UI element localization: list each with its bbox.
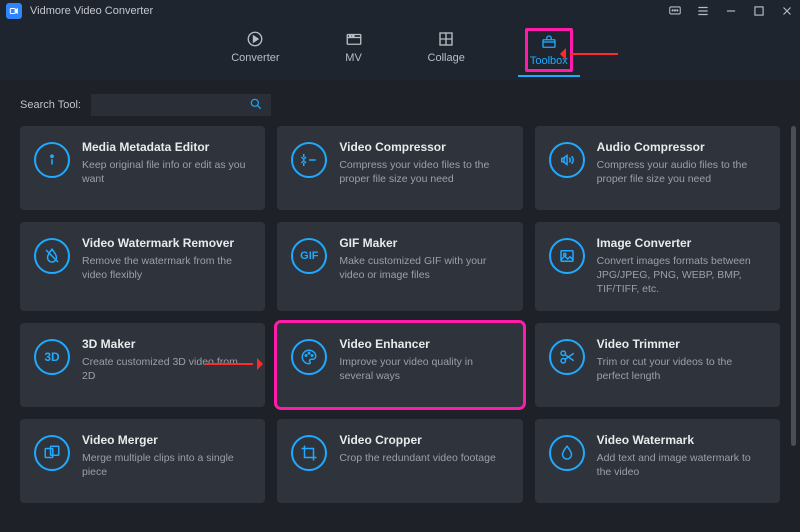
tool-title: GIF Maker bbox=[339, 236, 508, 250]
crop-icon bbox=[291, 435, 327, 471]
merge-icon bbox=[34, 435, 70, 471]
audio-compress-icon bbox=[549, 142, 585, 178]
tool-title: Video Enhancer bbox=[339, 337, 508, 351]
tool-video-merger[interactable]: Video Merger Merge multiple clips into a… bbox=[20, 419, 265, 503]
tool-desc: Merge multiple clips into a single piece bbox=[82, 451, 251, 479]
menu-icon[interactable] bbox=[696, 4, 710, 18]
tool-title: 3D Maker bbox=[82, 337, 251, 351]
search-row: Search Tool: bbox=[0, 80, 800, 126]
search-input[interactable] bbox=[99, 99, 249, 111]
tool-video-trimmer[interactable]: Video Trimmer Trim or cut your videos to… bbox=[535, 323, 780, 407]
tool-desc: Make customized GIF with your video or i… bbox=[339, 254, 508, 282]
tool-title: Video Cropper bbox=[339, 433, 495, 447]
tool-title: Video Trimmer bbox=[597, 337, 766, 351]
tab-label: Toolbox bbox=[530, 55, 568, 67]
tool-title: Image Converter bbox=[597, 236, 766, 250]
tool-title: Media Metadata Editor bbox=[82, 140, 251, 154]
compress-icon bbox=[291, 142, 327, 178]
tool-title: Video Merger bbox=[82, 433, 251, 447]
tool-audio-compressor[interactable]: Audio Compressor Compress your audio fil… bbox=[535, 126, 780, 210]
maximize-icon[interactable] bbox=[752, 4, 766, 18]
tab-label: Converter bbox=[231, 52, 279, 64]
tool-desc: Convert images formats between JPG/JPEG,… bbox=[597, 254, 766, 297]
tool-media-metadata-editor[interactable]: Media Metadata Editor Keep original file… bbox=[20, 126, 265, 210]
tool-desc: Add text and image watermark to the vide… bbox=[597, 451, 766, 479]
tool-3d-maker[interactable]: 3D 3D Maker Create customized 3D video f… bbox=[20, 323, 265, 407]
feedback-icon[interactable] bbox=[668, 4, 682, 18]
info-icon bbox=[34, 142, 70, 178]
tool-video-enhancer[interactable]: Video Enhancer Improve your video qualit… bbox=[277, 323, 522, 407]
app-title: Vidmore Video Converter bbox=[30, 5, 153, 17]
tool-grid: Media Metadata Editor Keep original file… bbox=[20, 126, 780, 503]
app-logo bbox=[6, 3, 22, 19]
tab-label: MV bbox=[345, 52, 362, 64]
tool-desc: Crop the redundant video footage bbox=[339, 451, 495, 465]
tool-desc: Improve your video quality in several wa… bbox=[339, 355, 508, 383]
tool-desc: Remove the watermark from the video flex… bbox=[82, 254, 251, 282]
tool-title: Audio Compressor bbox=[597, 140, 766, 154]
tool-desc: Compress your audio files to the proper … bbox=[597, 158, 766, 186]
search-box[interactable] bbox=[91, 94, 271, 116]
tool-title: Video Watermark bbox=[597, 433, 766, 447]
tool-desc: Trim or cut your videos to the perfect l… bbox=[597, 355, 766, 383]
tool-desc: Compress your video files to the proper … bbox=[339, 158, 508, 186]
minimize-icon[interactable] bbox=[724, 4, 738, 18]
scissors-icon bbox=[549, 339, 585, 375]
search-label: Search Tool: bbox=[20, 99, 81, 111]
tool-video-compressor[interactable]: Video Compressor Compress your video fil… bbox=[277, 126, 522, 210]
gif-icon: GIF bbox=[291, 238, 327, 274]
tab-toolbox[interactable]: Toolbox bbox=[525, 28, 573, 72]
image-icon bbox=[549, 238, 585, 274]
palette-icon bbox=[291, 339, 327, 375]
tab-collage[interactable]: Collage bbox=[424, 28, 469, 72]
tab-converter[interactable]: Converter bbox=[227, 28, 283, 72]
tool-scroll-area: Media Metadata Editor Keep original file… bbox=[0, 126, 800, 532]
3d-icon: 3D bbox=[34, 339, 70, 375]
tab-mv[interactable]: MV bbox=[340, 28, 368, 72]
tab-label: Collage bbox=[428, 52, 465, 64]
tool-video-watermark[interactable]: Video Watermark Add text and image water… bbox=[535, 419, 780, 503]
header-nav: Converter MV Collage Toolbox bbox=[0, 22, 800, 80]
tool-video-cropper[interactable]: Video Cropper Crop the redundant video f… bbox=[277, 419, 522, 503]
tool-image-converter[interactable]: Image Converter Convert images formats b… bbox=[535, 222, 780, 311]
drop-icon bbox=[34, 238, 70, 274]
close-icon[interactable] bbox=[780, 4, 794, 18]
titlebar: Vidmore Video Converter bbox=[0, 0, 800, 22]
tool-video-watermark-remover[interactable]: Video Watermark Remover Remove the water… bbox=[20, 222, 265, 311]
tool-title: Video Compressor bbox=[339, 140, 508, 154]
tool-desc: Keep original file info or edit as you w… bbox=[82, 158, 251, 186]
watermark-icon bbox=[549, 435, 585, 471]
tool-desc: Create customized 3D video from 2D bbox=[82, 355, 251, 383]
search-icon[interactable] bbox=[249, 97, 263, 114]
tool-gif-maker[interactable]: GIF GIF Maker Make customized GIF with y… bbox=[277, 222, 522, 311]
scrollbar[interactable] bbox=[791, 126, 796, 446]
tool-title: Video Watermark Remover bbox=[82, 236, 251, 250]
